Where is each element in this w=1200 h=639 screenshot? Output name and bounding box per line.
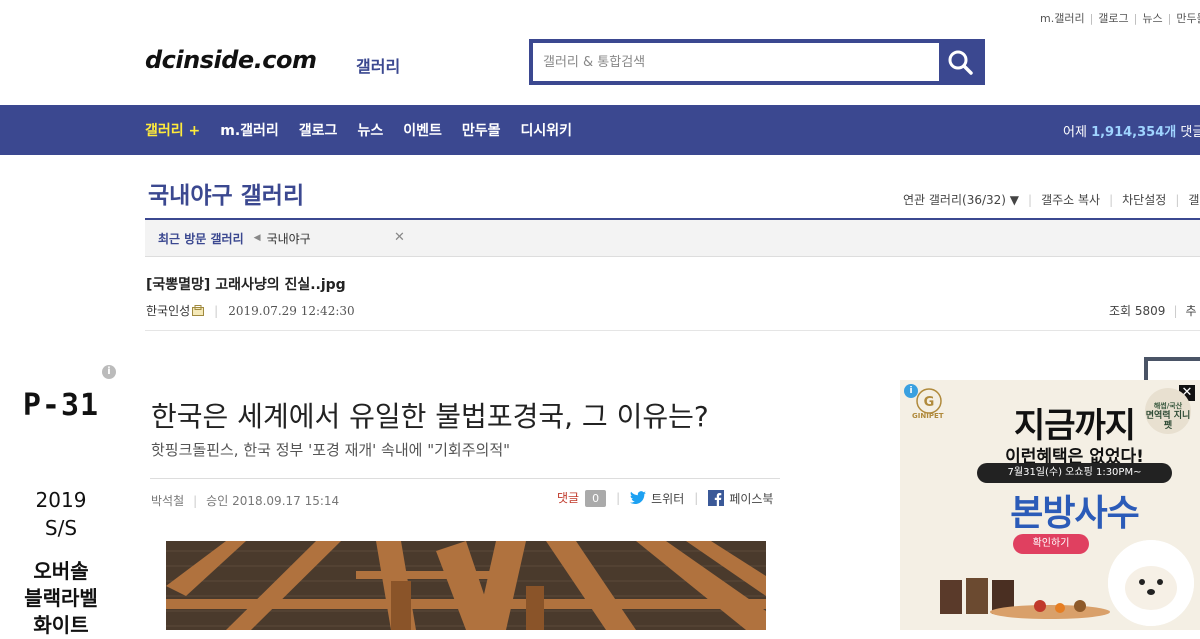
site-logo[interactable]: dcinside.com [145,46,317,74]
nav-mgallery[interactable]: m.갤러리 [220,120,279,140]
search-button[interactable] [939,43,981,81]
svg-text:G: G [924,395,935,410]
ad-headline-1: 지금까지 [1013,406,1136,446]
close-icon[interactable]: ✕ [394,230,405,245]
twitter-share[interactable]: 트위터 [630,490,684,507]
article-meta: 박석철 | 승인 2018.09.17 15:14 [151,493,340,509]
block-settings[interactable]: 차단설정 [1122,191,1166,208]
ad-dog-image [1108,540,1194,626]
nav-mandu[interactable]: 만두몰 [462,120,501,140]
nav-event[interactable]: 이벤트 [403,120,442,140]
post-views: 조회 5809 | 추 [1109,304,1197,318]
ad-headline-3: 본방사수 [1010,493,1139,534]
util-link-news[interactable]: 뉴스 [1142,12,1162,25]
article-subhead: 핫핑크돌핀스, 한국 정부 '포경 재개' 속내에 "기회주의적" [151,441,511,459]
recent-gallery-item[interactable]: 국내야구 [267,230,311,247]
ad-cta-button[interactable]: 확인하기 [1013,534,1089,554]
share-bar: 댓글 0 | 트위터 | 페이스북 [557,489,774,507]
search-bar [529,39,985,85]
ad-info-icon[interactable]: i [102,365,116,379]
left-ad-season[interactable]: 2019 S/S [0,486,122,542]
util-link-mandu[interactable]: 만두몰 [1176,12,1200,25]
stats-prefix: 어제 [1063,125,1087,140]
gallery-more-tool[interactable]: 갤러 [1188,191,1200,208]
article-headline: 한국은 세계에서 유일한 불법포경국, 그 이유는? [151,400,709,433]
left-ad-product[interactable]: 오버솔 블랙라벨 화이트 [0,558,122,639]
top-util-links: m.갤러리|갤로그|뉴스|만두몰 [1040,10,1200,26]
nav-news[interactable]: 뉴스 [357,120,383,140]
post-title: [국뽕멸망] 고래사냥의 진실..jpg [146,277,346,293]
post-meta: 한국인성 | 2019.07.29 12:42:30 [146,302,355,319]
ad-products-image [940,578,1110,619]
article-approved: 승인 2018.09.17 15:14 [206,494,340,508]
divider [145,330,1200,331]
recent-galleries-bar: 최근 방문 갤러리 ◀ 국내야구 ✕ [145,220,1200,257]
facebook-share[interactable]: 페이스북 [708,490,773,507]
stats-value: 1,914,354개 [1091,125,1177,140]
left-ad-model[interactable]: P-31 [0,388,122,423]
copy-gallery-address[interactable]: 갤주소 복사 [1041,191,1100,208]
comment-link[interactable]: 댓글 0 [557,489,607,507]
search-icon [948,50,973,75]
post-author[interactable]: 한국인성 [146,302,190,319]
fixed-nick-icon [192,305,205,316]
partial-box [1144,357,1200,380]
comment-count: 0 [585,490,607,507]
article-byline: 박석철 [151,494,185,508]
related-gallery-dropdown[interactable]: 연관 갤러리(36/32) ▼ [903,191,1019,208]
ad-brand: GINIPET [912,412,944,420]
stats-suffix: 댓글 [1180,125,1200,140]
right-ad-banner[interactable]: i ✕ G GINIPET 해썹/국산 면역력 지니펫 지금까지 이런혜택은 없… [900,380,1200,630]
ad-date: 7월31일(수) 오쇼핑 1:30PM~ [977,463,1172,483]
recent-label: 최근 방문 갤러리 [158,231,244,246]
facebook-icon [708,490,725,506]
util-link-gallog[interactable]: 갤로그 [1098,12,1128,25]
post-datetime: 2019.07.29 12:42:30 [228,303,355,318]
nav-gallery[interactable]: 갤러리 + [145,120,200,140]
article-photo [166,541,766,630]
main-nav: 갤러리 + m.갤러리 갤로그 뉴스 이벤트 만두몰 디시위키 어제 1,914… [0,105,1200,155]
twitter-icon [630,491,647,505]
search-input[interactable] [533,43,939,81]
gallery-tools: 연관 갤러리(36/32) ▼ | 갤주소 복사 | 차단설정 | 갤러 [903,191,1200,208]
nav-gallog[interactable]: 갤로그 [299,120,338,140]
caret-down-icon: ▼ [1009,193,1020,207]
util-link-mgallery[interactable]: m.갤러리 [1040,12,1085,25]
prev-arrow-icon[interactable]: ◀ [254,233,261,243]
nav-stats: 어제 1,914,354개 댓글 [1063,121,1200,140]
nav-wiki[interactable]: 디시위키 [520,120,572,140]
divider [150,478,780,479]
gallery-title[interactable]: 국내야구 갤러리 [148,176,304,210]
logo-sub-gallery[interactable]: 갤러리 [356,53,400,77]
